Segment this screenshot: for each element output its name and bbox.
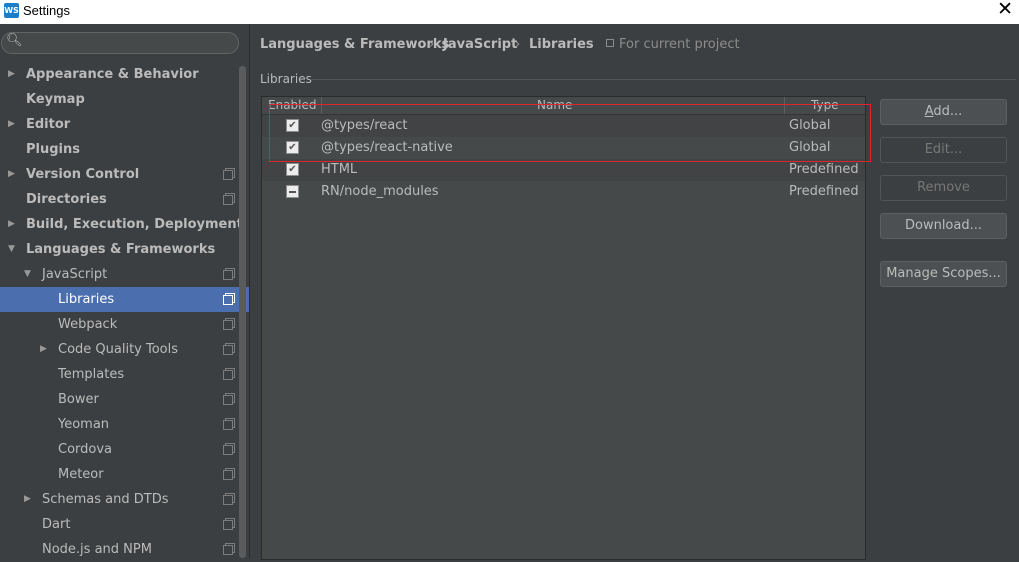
- sidebar-item-languages-frameworks[interactable]: ▼ Languages & Frameworks: [0, 237, 240, 262]
- breadcrumb-separator: ›: [515, 37, 521, 52]
- sidebar-item-label: Schemas and DTDs: [42, 492, 169, 507]
- enabled-checkbox[interactable]: ✔: [286, 163, 299, 176]
- sidebar-item-appearance-behavior[interactable]: ▶ Appearance & Behavior: [0, 62, 240, 87]
- sidebar-item-label: Code Quality Tools: [58, 342, 179, 357]
- sidebar-item-label: Appearance & Behavior: [26, 67, 199, 82]
- expanded-arrow-icon[interactable]: ▼: [8, 237, 15, 262]
- project-scope-icon: [223, 170, 233, 180]
- edit-button[interactable]: Edit...: [880, 137, 1007, 163]
- libraries-table: Enabled Name Type ✔ @types/react Global ✔ @t…: [261, 96, 866, 560]
- project-scope-icon: [223, 545, 233, 555]
- sidebar-item-label: Cordova: [58, 442, 113, 457]
- sidebar-item-webpack[interactable]: Webpack: [0, 312, 240, 337]
- sidebar-item-keymap[interactable]: Keymap: [0, 87, 240, 112]
- breadcrumb-item[interactable]: Languages & Frameworks: [260, 37, 449, 52]
- sidebar-item-dart[interactable]: Dart: [0, 512, 240, 537]
- sidebar-item-label: Yeoman: [58, 417, 110, 432]
- project-scope-icon: [223, 495, 233, 505]
- project-scope-icon: [223, 420, 233, 430]
- title-bar: WS Settings ✕: [0, 0, 1019, 24]
- collapsed-arrow-icon[interactable]: ▶: [8, 162, 15, 187]
- sidebar-item-directories[interactable]: Directories: [0, 187, 240, 212]
- sidebar-item-node-js-and-npm[interactable]: Node.js and NPM: [0, 537, 240, 562]
- sidebar-item-label: Meteor: [58, 467, 104, 482]
- project-scope-icon: [606, 39, 614, 47]
- library-type: Predefined: [789, 162, 859, 177]
- section-separator: [310, 79, 1016, 80]
- sidebar-item-label: Languages & Frameworks: [26, 242, 216, 257]
- sidebar-item-version-control[interactable]: ▶ Version Control: [0, 162, 240, 187]
- sidebar-item-bower[interactable]: Bower: [0, 387, 240, 412]
- sidebar-item-editor[interactable]: ▶ Editor: [0, 112, 240, 137]
- collapsed-arrow-icon[interactable]: ▶: [24, 487, 31, 512]
- project-scope-icon: [223, 320, 233, 330]
- sidebar-divider: [249, 24, 250, 558]
- project-scope-icon: [223, 345, 233, 355]
- sidebar-item-yeoman[interactable]: Yeoman: [0, 412, 240, 437]
- library-type: Predefined: [789, 184, 859, 199]
- app-icon: WS: [4, 3, 19, 18]
- breadcrumb-item: Libraries: [529, 37, 594, 52]
- breadcrumb-item[interactable]: JavaScript: [443, 37, 517, 52]
- settings-tree: ▶ Appearance & Behavior Keymap ▶ Editor Plugi…: [0, 62, 249, 562]
- close-icon[interactable]: ✕: [997, 0, 1013, 20]
- project-scope-icon: [223, 470, 233, 480]
- sidebar-item-schemas-and-dtds[interactable]: ▶ Schemas and DTDs: [0, 487, 240, 512]
- sidebar-item-label: Editor: [26, 117, 71, 132]
- sidebar-item-templates[interactable]: Templates: [0, 362, 240, 387]
- project-scope-icon: [223, 370, 233, 380]
- table-row[interactable]: RN/node_modules Predefined: [262, 181, 865, 203]
- collapsed-arrow-icon[interactable]: ▶: [40, 337, 47, 362]
- project-scope-icon: [223, 520, 233, 530]
- sidebar-item-label: Libraries: [58, 292, 115, 307]
- project-scope-icon: [223, 295, 233, 305]
- sidebar-item-label: Templates: [58, 367, 125, 382]
- sidebar-item-meteor[interactable]: Meteor: [0, 462, 240, 487]
- table-row[interactable]: ✔ HTML Predefined: [262, 159, 865, 181]
- remove-button[interactable]: Remove: [880, 175, 1007, 201]
- project-scope-icon: [223, 395, 233, 405]
- sidebar-item-code-quality-tools[interactable]: ▶ Code Quality Tools: [0, 337, 240, 362]
- window-title: Settings: [23, 3, 70, 18]
- download-button[interactable]: Download...: [880, 213, 1007, 239]
- library-name: RN/node_modules: [321, 184, 439, 199]
- sidebar-item-label: Keymap: [26, 92, 85, 107]
- collapsed-arrow-icon[interactable]: ▶: [8, 112, 15, 137]
- sidebar-item-label: Node.js and NPM: [42, 542, 152, 557]
- project-scope-icon: [223, 270, 233, 280]
- section-label: Libraries: [260, 72, 312, 86]
- sidebar-item-label: Plugins: [26, 142, 80, 157]
- sidebar-item-label: Version Control: [26, 167, 140, 182]
- search-icon: 🔍︎: [6, 33, 23, 48]
- sidebar-item-label: Bower: [58, 392, 99, 407]
- sidebar-item-javascript[interactable]: ▼ JavaScript: [0, 262, 240, 287]
- add-button[interactable]: Add...: [880, 99, 1007, 125]
- scope-hint: For current project: [606, 37, 740, 52]
- scope-hint-text: For current project: [619, 37, 740, 52]
- search-input[interactable]: 🔍︎: [1, 32, 239, 54]
- project-scope-icon: [223, 195, 233, 205]
- highlight-annotation-box: [269, 104, 871, 162]
- manage-scopes-button[interactable]: Manage Scopes...: [880, 261, 1007, 287]
- library-name: HTML: [321, 162, 358, 177]
- collapsed-arrow-icon[interactable]: ▶: [8, 62, 15, 87]
- enabled-checkbox[interactable]: [286, 185, 299, 198]
- settings-sidebar: 🔍︎ ▶ Appearance & Behavior Keymap ▶ Editor Pl…: [0, 24, 249, 558]
- sidebar-item-label: Dart: [42, 517, 71, 532]
- sidebar-item-label: JavaScript: [42, 267, 108, 282]
- collapsed-arrow-icon[interactable]: ▶: [8, 212, 15, 237]
- project-scope-icon: [223, 445, 233, 455]
- sidebar-item-libraries[interactable]: Libraries: [0, 287, 249, 312]
- expanded-arrow-icon[interactable]: ▼: [24, 262, 31, 287]
- sidebar-item-label: Webpack: [58, 317, 118, 332]
- sidebar-item-plugins[interactable]: Plugins: [0, 137, 240, 162]
- sidebar-item-build-execution-deployment[interactable]: ▶ Build, Execution, Deployment: [0, 212, 243, 237]
- breadcrumb-separator: ›: [429, 37, 435, 52]
- sidebar-scrollbar[interactable]: [239, 66, 246, 558]
- sidebar-item-label: Build, Execution, Deployment: [26, 217, 243, 232]
- sidebar-item-cordova[interactable]: Cordova: [0, 437, 240, 462]
- sidebar-item-label: Directories: [26, 192, 107, 207]
